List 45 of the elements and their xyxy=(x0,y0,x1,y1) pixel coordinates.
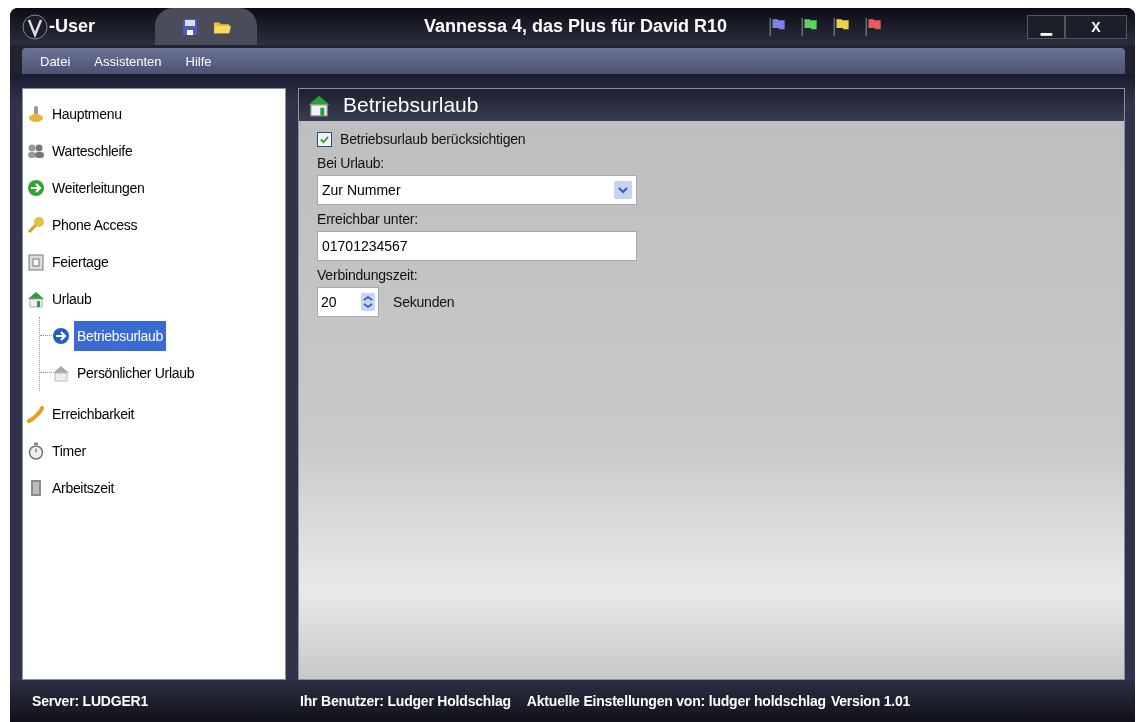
input-field[interactable]: 01701234567 xyxy=(317,231,637,261)
spinner-field[interactable]: 20 xyxy=(317,287,379,317)
flag-icon[interactable] xyxy=(865,16,884,37)
flag-icon[interactable] xyxy=(801,16,820,37)
menu-item[interactable]: Hilfe xyxy=(185,53,212,69)
version-status: Version 1.01 xyxy=(830,693,911,709)
dropdown[interactable]: Zur Nummer xyxy=(317,175,637,205)
tree-item[interactable]: Timer xyxy=(27,432,285,469)
save-icon[interactable] xyxy=(181,17,200,36)
unit-label: Sekunden xyxy=(393,293,455,312)
settings-status: Aktuelle Einstellungen von: ludger holdschlag xyxy=(526,693,826,709)
spinner-arrows-icon xyxy=(361,292,375,312)
field-label: Bei Urlaub: xyxy=(317,154,385,173)
tree-item[interactable]: Feiertage xyxy=(27,243,285,280)
tree-item[interactable]: Warteschleife xyxy=(27,132,285,169)
caret-icon xyxy=(614,181,632,199)
check-icon xyxy=(319,133,330,145)
flag-icon[interactable] xyxy=(769,16,788,37)
stopwatch-icon xyxy=(27,441,45,460)
user-status: Ihr Benutzer: Ludger Holdschlag xyxy=(300,693,511,709)
close-button[interactable]: X xyxy=(1065,14,1127,39)
logo-icon xyxy=(22,13,48,40)
tree-item[interactable]: Arbeitszeit xyxy=(27,469,285,506)
key-icon xyxy=(27,215,45,234)
tree-item[interactable]: Persönlicher Urlaub xyxy=(52,354,198,391)
house-icon xyxy=(27,289,45,308)
menu-item[interactable]: Assistenten xyxy=(94,53,162,69)
server-status: Server: LUDGER1 xyxy=(32,693,150,709)
app-label: -User xyxy=(49,16,96,37)
tree-item[interactable]: Weiterleitungen xyxy=(27,169,285,206)
house-icon xyxy=(52,363,70,382)
checkbox-label: Betriebsurlaub berücksichtigen xyxy=(340,130,526,149)
house-icon xyxy=(307,93,331,117)
tree-item[interactable]: Hauptmenu xyxy=(27,95,285,132)
menu-item[interactable]: Datei xyxy=(40,53,71,69)
checkbox[interactable] xyxy=(317,131,332,147)
tree-item[interactable]: Phone Access xyxy=(27,206,285,243)
panel-title: Betriebsurlaub xyxy=(343,93,479,117)
field-label: Verbindungszeit: xyxy=(317,266,418,285)
field-label: Erreichbar unter: xyxy=(317,210,418,229)
tree-item[interactable]: Urlaub xyxy=(27,280,285,317)
minimize-button[interactable]: ▁ xyxy=(1027,14,1065,39)
tree-item[interactable]: Erreichbarkeit xyxy=(27,395,285,432)
window-title: Vannessa 4, das Plus für David R10 xyxy=(424,16,728,37)
flag-icon[interactable] xyxy=(833,16,852,37)
